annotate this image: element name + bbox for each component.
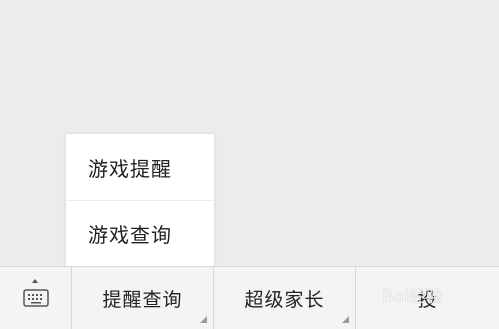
submenu-indicator-icon xyxy=(342,316,349,323)
menu-tab-label: 超级家长 xyxy=(244,288,325,311)
submenu-item-label: 游戏查询 xyxy=(88,223,172,247)
submenu-popup: 游戏提醒 游戏查询 xyxy=(66,134,214,266)
menu-tab-label: 提醒查询 xyxy=(102,288,183,311)
menu-tab-super-parent[interactable]: 超级家长 xyxy=(214,267,356,329)
submenu-item-game-query[interactable]: 游戏查询 xyxy=(66,200,214,266)
caret-up-icon xyxy=(32,279,38,283)
keyboard-icon xyxy=(22,289,49,307)
submenu-item-game-reminder[interactable]: 游戏提醒 xyxy=(66,134,214,200)
submenu-item-label: 游戏提醒 xyxy=(88,156,172,181)
menu-tab-reminder-query[interactable]: 提醒查询 xyxy=(72,267,214,329)
submenu-indicator-icon xyxy=(200,316,207,323)
watermark: Bai经验 xyxy=(382,287,443,307)
keyboard-toggle-button[interactable] xyxy=(0,267,72,329)
